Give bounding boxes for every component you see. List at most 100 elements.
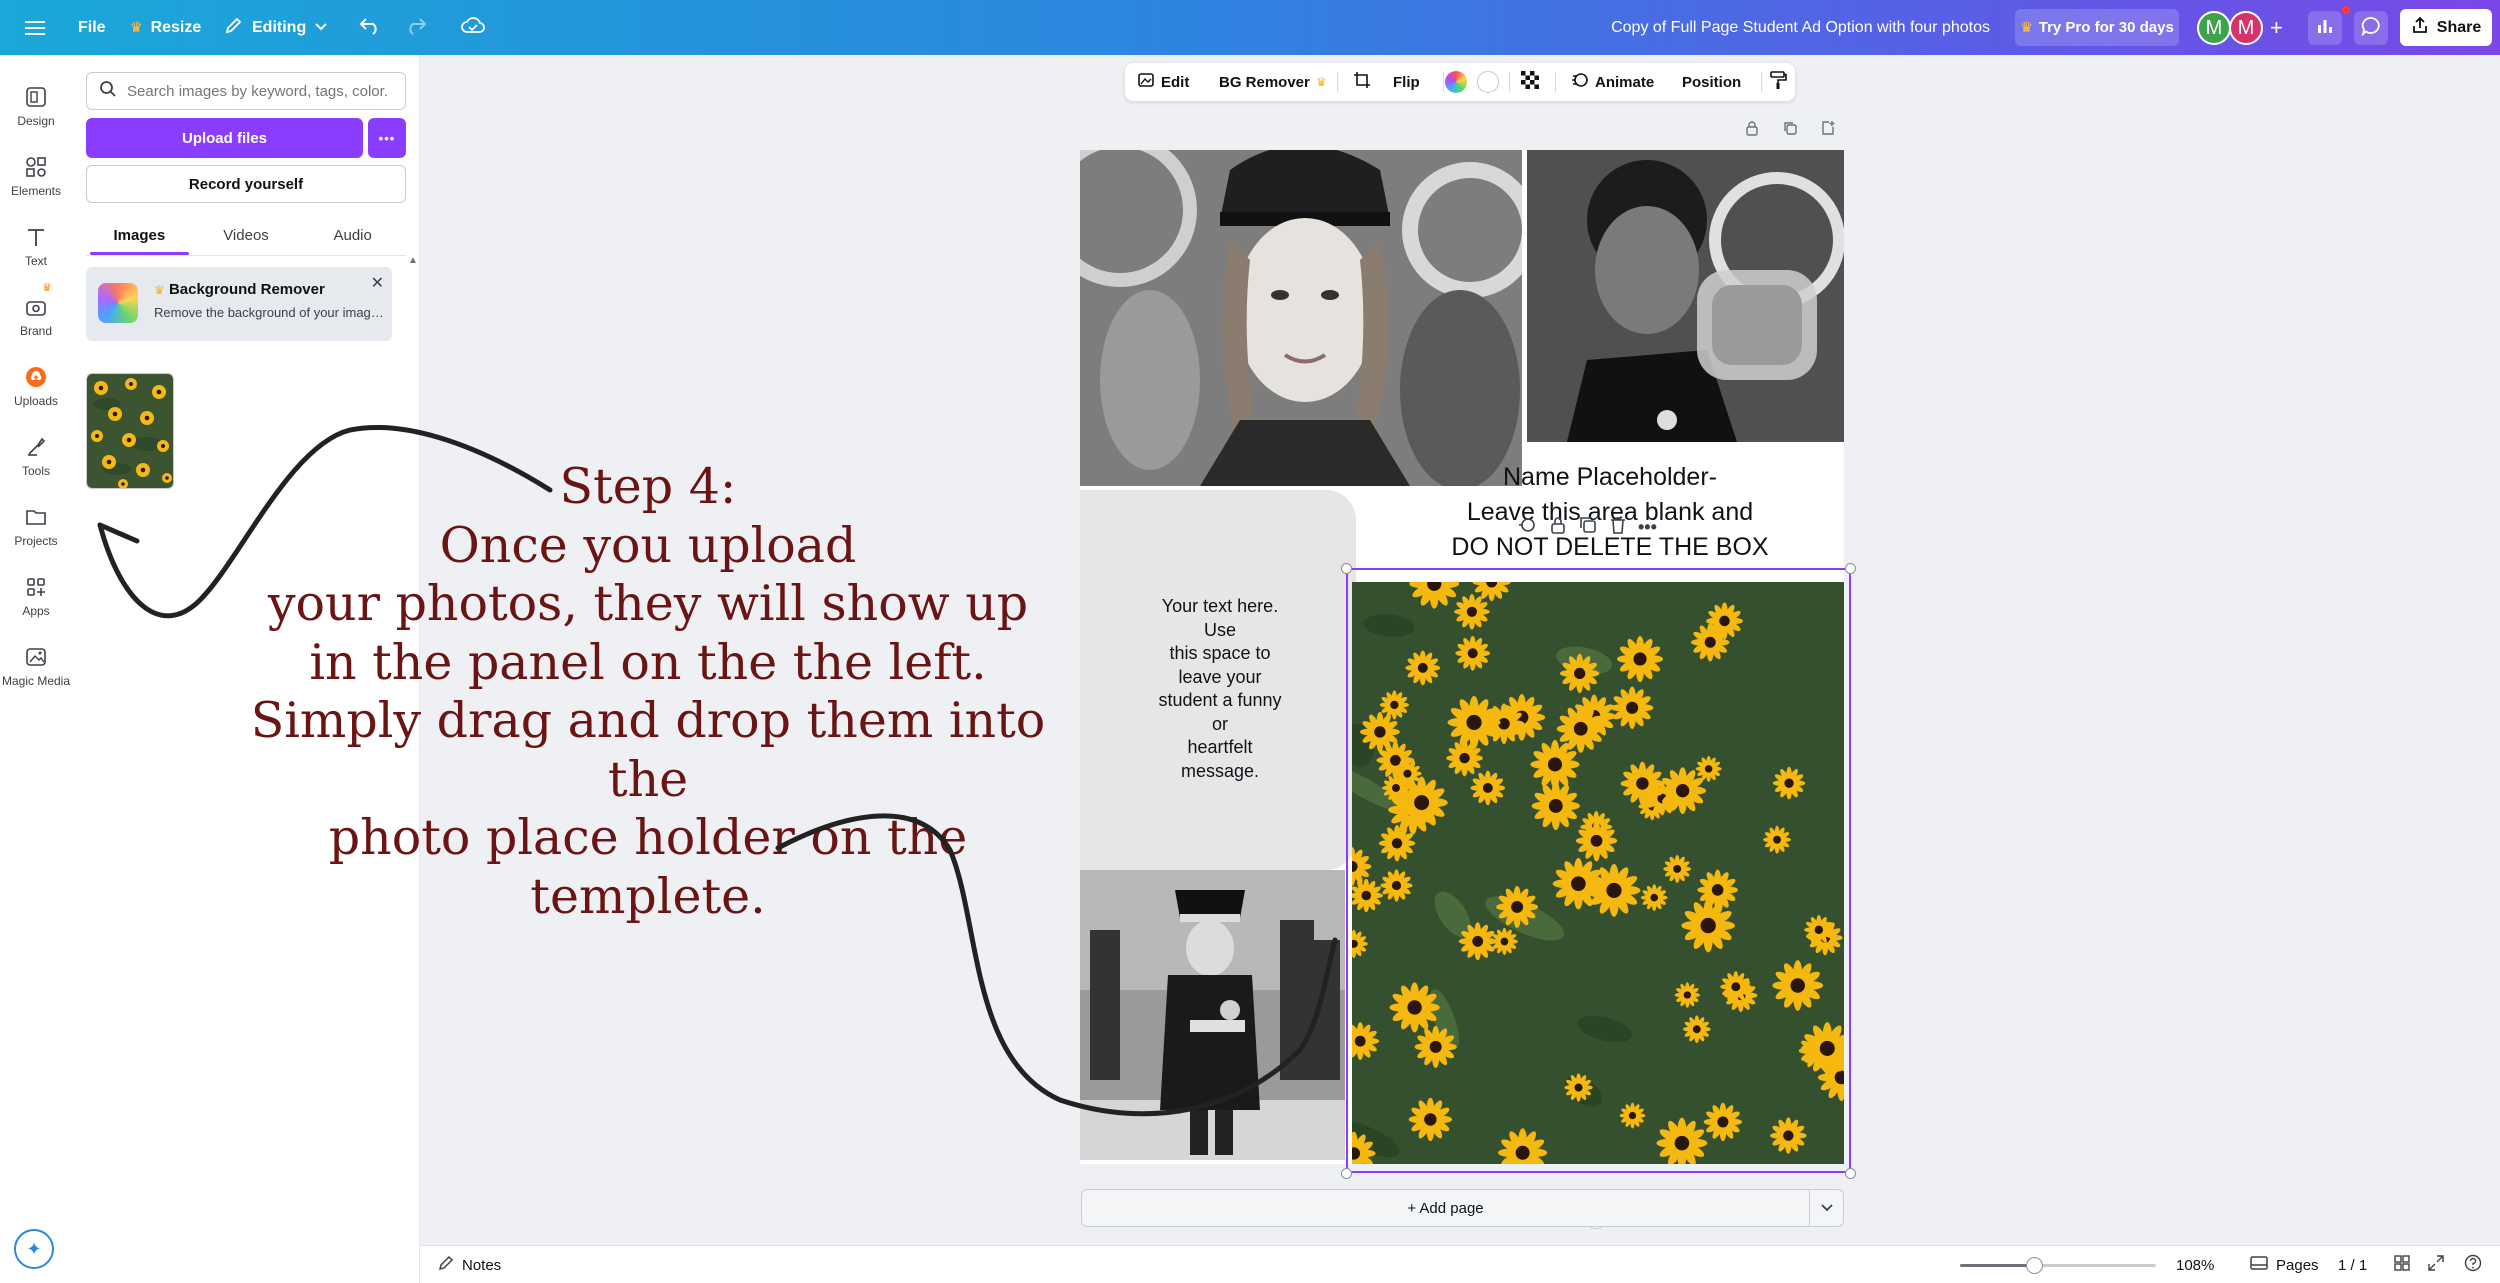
rail-item-magic-media[interactable]: Magic Media	[0, 635, 72, 699]
rail-item-apps[interactable]: Apps	[0, 565, 72, 629]
fullscreen-button[interactable]	[2428, 1246, 2444, 1283]
pages-label: Pages	[2276, 1256, 2319, 1274]
toolbar-divider	[1443, 72, 1444, 92]
color-filter-button[interactable]	[1445, 63, 1467, 101]
promo-description: Remove the background of your images	[154, 305, 384, 320]
edit-image-button[interactable]: Edit	[1137, 63, 1189, 101]
hamburger-icon	[22, 15, 48, 41]
photo-student-2[interactable]	[1527, 150, 1844, 442]
tools-icon	[28, 437, 46, 456]
rail-item-projects[interactable]: Projects	[0, 495, 72, 559]
help-button[interactable]	[2464, 1246, 2482, 1283]
tab-images[interactable]: Images	[86, 215, 193, 255]
resize-button[interactable]: ♛ Resize	[130, 0, 201, 55]
undo-button[interactable]	[358, 0, 382, 55]
upload-files-button[interactable]: Upload files	[86, 118, 363, 158]
transparency-button[interactable]	[1521, 63, 1539, 101]
more-options-button[interactable]: •••	[368, 118, 406, 158]
search-icon	[99, 80, 117, 103]
lock-icon[interactable]	[1548, 515, 1568, 540]
resize-handle[interactable]	[1845, 563, 1856, 574]
file-label: File	[78, 18, 106, 36]
background-remover-promo[interactable]: ♛ Background Remover Remove the backgrou…	[86, 267, 392, 341]
resize-handle[interactable]	[1341, 1168, 1352, 1179]
rail-item-text[interactable]: Text	[0, 215, 72, 279]
zoom-slider-thumb[interactable]	[2026, 1257, 2044, 1274]
add-page-dropdown[interactable]	[1810, 1189, 1844, 1227]
search-input[interactable]	[127, 82, 387, 100]
step-4-instructions[interactable]: Step 4: Once you upload your photos, the…	[248, 458, 1048, 926]
copy-style-button[interactable]	[1769, 63, 1787, 101]
rail-item-elements[interactable]: Elements	[0, 145, 72, 209]
resize-handle[interactable]	[1845, 1168, 1856, 1179]
redo-button[interactable]	[404, 0, 428, 55]
more-icon[interactable]: •••	[1638, 517, 1657, 538]
close-icon[interactable]: ✕	[371, 273, 384, 293]
chevron-down-icon	[1820, 1199, 1833, 1217]
record-yourself-button[interactable]: Record yourself	[86, 165, 406, 203]
magic-assistant-button[interactable]: ✦	[14, 1229, 54, 1269]
duplicate-icon[interactable]	[1578, 515, 1598, 540]
photo-student-3[interactable]	[1080, 870, 1345, 1160]
editing-mode-dropdown[interactable]: Editing	[224, 0, 328, 55]
resize-handle[interactable]	[1341, 563, 1352, 574]
insights-button[interactable]	[2308, 11, 2342, 45]
elements-icon	[26, 157, 46, 177]
add-page-button[interactable]: + Add page	[1081, 1189, 1810, 1227]
share-label: Share	[2436, 18, 2482, 36]
flip-button[interactable]: Flip	[1393, 63, 1420, 101]
lock-page-icon[interactable]	[1744, 120, 1760, 141]
duplicate-page-icon[interactable]	[1782, 120, 1798, 141]
crown-icon: ♛	[1315, 75, 1327, 89]
file-menu[interactable]: File	[78, 0, 106, 55]
background-remover-icon	[98, 283, 138, 323]
crown-icon: ♛	[2020, 19, 2033, 35]
zoom-slider[interactable]	[1960, 1257, 2156, 1274]
rail-item-uploads[interactable]: Uploads	[0, 355, 72, 419]
top-bar: File ♛ Resize Editing Copy of Full Page …	[0, 0, 2500, 55]
scroll-up-arrow[interactable]: ▲	[408, 255, 418, 266]
crop-button[interactable]	[1353, 63, 1371, 101]
try-pro-button[interactable]: ♛ Try Pro for 30 days	[2015, 9, 2179, 46]
share-button[interactable]: Share	[2400, 9, 2492, 46]
magic-media-icon	[26, 648, 46, 666]
uploaded-image-thumbnail[interactable]	[86, 373, 174, 489]
menu-button[interactable]	[22, 0, 48, 55]
plus-icon: +	[2270, 14, 2283, 40]
flowers-thumbnail-image	[87, 374, 173, 488]
rail-item-design[interactable]: Design	[0, 75, 72, 139]
grid-view-button[interactable]	[2394, 1246, 2410, 1283]
tab-videos[interactable]: Videos	[193, 215, 300, 255]
toolbar-divider	[1761, 72, 1762, 92]
pages-button[interactable]: Pages	[2250, 1246, 2319, 1283]
your-text-placeholder[interactable]: Your text here. Use this space to leave …	[1120, 595, 1320, 783]
try-pro-label: Try Pro for 30 days	[2038, 19, 2174, 36]
pencil-icon	[224, 15, 244, 40]
save-status-button[interactable]	[460, 0, 486, 55]
link-icon[interactable]	[1518, 515, 1538, 540]
invite-button[interactable]: +	[2270, 0, 2283, 55]
trash-icon[interactable]	[1608, 515, 1628, 540]
photo-student-1[interactable]	[1080, 150, 1522, 486]
rail-item-brand[interactable]: Brand	[0, 285, 72, 349]
notes-button[interactable]: Notes	[438, 1246, 501, 1283]
animate-button[interactable]: Animate	[1571, 63, 1654, 101]
rail-item-tools[interactable]: Tools	[0, 425, 72, 489]
bar-chart-icon	[2316, 17, 2334, 40]
animate-icon	[1571, 71, 1589, 93]
document-title[interactable]: Copy of Full Page Student Ad Option with…	[1611, 0, 1990, 55]
tab-audio[interactable]: Audio	[299, 215, 406, 255]
cloud-check-icon	[460, 15, 486, 40]
comments-button[interactable]	[2354, 11, 2388, 45]
bg-remover-button[interactable]: BG Remover ♛	[1219, 63, 1327, 101]
zoom-level[interactable]: 108%	[2176, 1246, 2214, 1283]
position-button[interactable]: Position	[1682, 63, 1741, 101]
notes-icon	[438, 1255, 454, 1275]
avatar[interactable]: M	[2229, 11, 2263, 45]
edit-label: Edit	[1161, 73, 1190, 91]
edit-image-icon	[1137, 71, 1155, 93]
add-page-icon[interactable]	[1820, 120, 1836, 141]
color-swatch-button[interactable]	[1477, 63, 1499, 101]
avatar[interactable]: M	[2197, 11, 2231, 45]
message-textbox[interactable]: Your text here. Use this space to leave …	[1080, 490, 1356, 870]
